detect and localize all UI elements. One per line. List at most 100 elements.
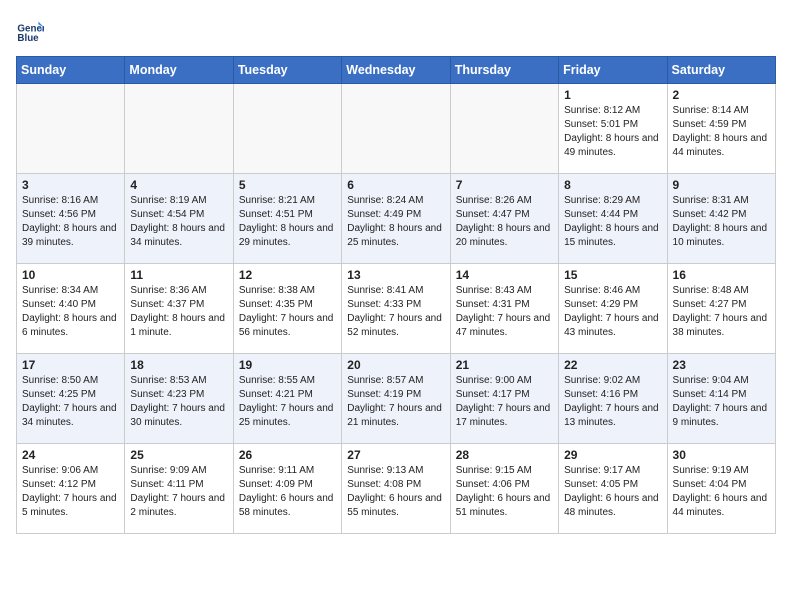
day-number: 22 bbox=[564, 358, 661, 372]
day-info: Sunrise: 8:43 AM Sunset: 4:31 PM Dayligh… bbox=[456, 284, 553, 340]
day-info: Sunrise: 8:38 AM Sunset: 4:35 PM Dayligh… bbox=[239, 284, 336, 340]
day-number: 16 bbox=[673, 268, 770, 282]
calendar-day-cell: 22 Sunrise: 9:02 AM Sunset: 4:16 PM Dayli… bbox=[559, 354, 667, 444]
calendar-day-cell: 16 Sunrise: 8:48 AM Sunset: 4:27 PM Dayli… bbox=[667, 264, 775, 354]
day-number: 29 bbox=[564, 448, 661, 462]
day-info: Sunrise: 8:53 AM Sunset: 4:23 PM Dayligh… bbox=[130, 374, 227, 430]
day-number: 27 bbox=[347, 448, 444, 462]
day-info: Sunrise: 8:19 AM Sunset: 4:54 PM Dayligh… bbox=[130, 194, 227, 250]
calendar-day-cell: 23Sunrise: 9:04 AM Sunset: 4:14 PM Dayli… bbox=[667, 354, 775, 444]
day-info: Sunrise: 8:14 AM Sunset: 4:59 PM Dayligh… bbox=[673, 104, 770, 160]
day-info: Sunrise: 9:17 AM Sunset: 4:05 PM Dayligh… bbox=[564, 464, 661, 520]
day-info: Sunrise: 9:02 AM Sunset: 4:16 PM Dayligh… bbox=[564, 374, 661, 430]
calendar-day-cell bbox=[450, 84, 558, 174]
calendar-day-cell: 24 Sunrise: 9:06 AM Sunset: 4:12 PM Dayli… bbox=[17, 444, 125, 534]
day-number: 28 bbox=[456, 448, 553, 462]
logo: General Blue bbox=[16, 16, 24, 44]
day-info: Sunrise: 9:15 AM Sunset: 4:06 PM Dayligh… bbox=[456, 464, 553, 520]
day-info: Sunrise: 8:36 AM Sunset: 4:37 PM Dayligh… bbox=[130, 284, 227, 340]
weekday-header: Saturday bbox=[667, 57, 775, 84]
calendar-day-cell: 5 Sunrise: 8:21 AM Sunset: 4:51 PM Daylig… bbox=[233, 174, 341, 264]
day-info: Sunrise: 8:26 AM Sunset: 4:47 PM Dayligh… bbox=[456, 194, 553, 250]
day-number: 9 bbox=[673, 178, 770, 192]
day-info: Sunrise: 9:06 AM Sunset: 4:12 PM Dayligh… bbox=[22, 464, 119, 520]
day-number: 7 bbox=[456, 178, 553, 192]
day-number: 21 bbox=[456, 358, 553, 372]
calendar-week-row: 3Sunrise: 8:16 AM Sunset: 4:56 PM Daylig… bbox=[17, 174, 776, 264]
calendar-day-cell bbox=[342, 84, 450, 174]
calendar-week-row: 17 Sunrise: 8:50 AM Sunset: 4:25 PM Dayli… bbox=[17, 354, 776, 444]
weekday-header: Sunday bbox=[17, 57, 125, 84]
calendar-day-cell bbox=[125, 84, 233, 174]
day-info: Sunrise: 8:34 AM Sunset: 4:40 PM Dayligh… bbox=[22, 284, 119, 340]
calendar-day-cell: 14 Sunrise: 8:43 AM Sunset: 4:31 PM Dayli… bbox=[450, 264, 558, 354]
day-number: 1 bbox=[564, 88, 661, 102]
day-number: 25 bbox=[130, 448, 227, 462]
day-number: 19 bbox=[239, 358, 336, 372]
day-number: 8 bbox=[564, 178, 661, 192]
day-info: Sunrise: 9:13 AM Sunset: 4:08 PM Dayligh… bbox=[347, 464, 444, 520]
calendar-day-cell: 28 Sunrise: 9:15 AM Sunset: 4:06 PM Dayli… bbox=[450, 444, 558, 534]
calendar-week-row: 1 Sunrise: 8:12 AM Sunset: 5:01 PM Daylig… bbox=[17, 84, 776, 174]
day-info: Sunrise: 8:31 AM Sunset: 4:42 PM Dayligh… bbox=[673, 194, 770, 250]
calendar-day-cell: 17 Sunrise: 8:50 AM Sunset: 4:25 PM Dayli… bbox=[17, 354, 125, 444]
day-number: 10 bbox=[22, 268, 119, 282]
day-info: Sunrise: 8:16 AM Sunset: 4:56 PM Dayligh… bbox=[22, 194, 119, 250]
day-number: 20 bbox=[347, 358, 444, 372]
calendar-day-cell: 26Sunrise: 9:11 AM Sunset: 4:09 PM Dayli… bbox=[233, 444, 341, 534]
calendar-day-cell: 20Sunrise: 8:57 AM Sunset: 4:19 PM Dayli… bbox=[342, 354, 450, 444]
day-number: 11 bbox=[130, 268, 227, 282]
calendar-day-cell: 15 Sunrise: 8:46 AM Sunset: 4:29 PM Dayli… bbox=[559, 264, 667, 354]
calendar-day-cell: 1 Sunrise: 8:12 AM Sunset: 5:01 PM Daylig… bbox=[559, 84, 667, 174]
day-number: 24 bbox=[22, 448, 119, 462]
day-info: Sunrise: 8:55 AM Sunset: 4:21 PM Dayligh… bbox=[239, 374, 336, 430]
day-info: Sunrise: 8:48 AM Sunset: 4:27 PM Dayligh… bbox=[673, 284, 770, 340]
calendar-day-cell: 19 Sunrise: 8:55 AM Sunset: 4:21 PM Dayli… bbox=[233, 354, 341, 444]
calendar-day-cell: 13 Sunrise: 8:41 AM Sunset: 4:33 PM Dayli… bbox=[342, 264, 450, 354]
page-header: General Blue bbox=[16, 16, 776, 44]
day-info: Sunrise: 8:41 AM Sunset: 4:33 PM Dayligh… bbox=[347, 284, 444, 340]
calendar-day-cell: 21 Sunrise: 9:00 AM Sunset: 4:17 PM Dayli… bbox=[450, 354, 558, 444]
logo-icon: General Blue bbox=[16, 16, 44, 44]
calendar-day-cell: 10 Sunrise: 8:34 AM Sunset: 4:40 PM Dayli… bbox=[17, 264, 125, 354]
calendar-day-cell: 7 Sunrise: 8:26 AM Sunset: 4:47 PM Daylig… bbox=[450, 174, 558, 264]
day-info: Sunrise: 8:46 AM Sunset: 4:29 PM Dayligh… bbox=[564, 284, 661, 340]
calendar-day-cell: 12 Sunrise: 8:38 AM Sunset: 4:35 PM Dayli… bbox=[233, 264, 341, 354]
weekday-header: Thursday bbox=[450, 57, 558, 84]
day-info: Sunrise: 8:21 AM Sunset: 4:51 PM Dayligh… bbox=[239, 194, 336, 250]
day-number: 6 bbox=[347, 178, 444, 192]
calendar-day-cell bbox=[233, 84, 341, 174]
day-info: Sunrise: 8:29 AM Sunset: 4:44 PM Dayligh… bbox=[564, 194, 661, 250]
day-number: 30 bbox=[673, 448, 770, 462]
day-number: 4 bbox=[130, 178, 227, 192]
calendar-day-cell: 27 Sunrise: 9:13 AM Sunset: 4:08 PM Dayli… bbox=[342, 444, 450, 534]
calendar-day-cell: 4 Sunrise: 8:19 AM Sunset: 4:54 PM Daylig… bbox=[125, 174, 233, 264]
weekday-header: Tuesday bbox=[233, 57, 341, 84]
calendar-day-cell: 18 Sunrise: 8:53 AM Sunset: 4:23 PM Dayli… bbox=[125, 354, 233, 444]
calendar-day-cell: 3Sunrise: 8:16 AM Sunset: 4:56 PM Daylig… bbox=[17, 174, 125, 264]
day-info: Sunrise: 8:50 AM Sunset: 4:25 PM Dayligh… bbox=[22, 374, 119, 430]
day-number: 5 bbox=[239, 178, 336, 192]
day-number: 17 bbox=[22, 358, 119, 372]
day-number: 12 bbox=[239, 268, 336, 282]
svg-text:Blue: Blue bbox=[17, 33, 39, 44]
weekday-header: Monday bbox=[125, 57, 233, 84]
calendar-week-row: 10 Sunrise: 8:34 AM Sunset: 4:40 PM Dayli… bbox=[17, 264, 776, 354]
day-number: 23 bbox=[673, 358, 770, 372]
day-number: 15 bbox=[564, 268, 661, 282]
day-number: 18 bbox=[130, 358, 227, 372]
calendar-day-cell: 6 Sunrise: 8:24 AM Sunset: 4:49 PM Daylig… bbox=[342, 174, 450, 264]
calendar-day-cell bbox=[17, 84, 125, 174]
day-info: Sunrise: 8:12 AM Sunset: 5:01 PM Dayligh… bbox=[564, 104, 661, 160]
day-number: 13 bbox=[347, 268, 444, 282]
day-number: 14 bbox=[456, 268, 553, 282]
weekday-header: Friday bbox=[559, 57, 667, 84]
calendar-day-cell: 30 Sunrise: 9:19 AM Sunset: 4:04 PM Dayli… bbox=[667, 444, 775, 534]
day-info: Sunrise: 9:19 AM Sunset: 4:04 PM Dayligh… bbox=[673, 464, 770, 520]
calendar-day-cell: 8 Sunrise: 8:29 AM Sunset: 4:44 PM Daylig… bbox=[559, 174, 667, 264]
calendar-day-cell: 2Sunrise: 8:14 AM Sunset: 4:59 PM Daylig… bbox=[667, 84, 775, 174]
day-info: Sunrise: 9:00 AM Sunset: 4:17 PM Dayligh… bbox=[456, 374, 553, 430]
calendar-day-cell: 11 Sunrise: 8:36 AM Sunset: 4:37 PM Dayli… bbox=[125, 264, 233, 354]
calendar-day-cell: 25Sunrise: 9:09 AM Sunset: 4:11 PM Dayli… bbox=[125, 444, 233, 534]
day-info: Sunrise: 8:24 AM Sunset: 4:49 PM Dayligh… bbox=[347, 194, 444, 250]
